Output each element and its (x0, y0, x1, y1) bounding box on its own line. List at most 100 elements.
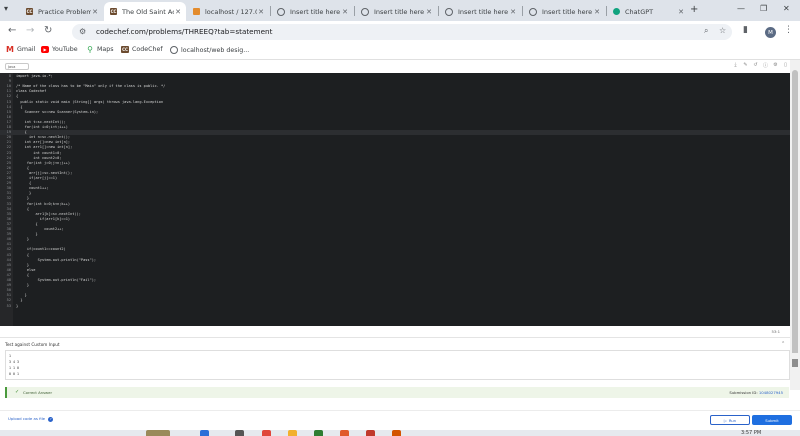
submission-id-link[interactable]: 1048027945 (759, 390, 783, 395)
code-editor[interactable]: 8 import java.io.*; 9 10/* Name of the clas… (0, 73, 790, 326)
editor-status-bar: 53:1 (0, 326, 790, 338)
chrome-icon[interactable] (262, 430, 271, 436)
upload-label: Upload code as file (8, 416, 46, 421)
app-icon[interactable] (392, 430, 401, 436)
line-number: 53 (6, 303, 11, 308)
close-icon[interactable]: ✕ (593, 8, 601, 16)
avatar[interactable]: M (765, 27, 776, 38)
phpmyadmin-icon (193, 8, 200, 15)
menu-kebab-icon[interactable]: ⋮ (784, 25, 793, 35)
tab-chatgpt[interactable]: ChatGPT ✕ (607, 2, 689, 21)
site-info-icon[interactable]: ⚙ (79, 27, 86, 36)
edit-icon[interactable]: ✎ (742, 62, 749, 69)
tab-insert-title-3[interactable]: Insert title here ✕ (439, 2, 521, 21)
forward-arrow-icon[interactable]: → (26, 25, 34, 36)
maximize-button[interactable]: ❐ (760, 4, 767, 13)
bookmark-localhost[interactable]: localhost/web desig... (170, 46, 249, 54)
tab-insert-title-2[interactable]: Insert title here ✕ (355, 2, 437, 21)
globe-icon (529, 7, 537, 16)
tab-title: Insert title here (374, 7, 425, 16)
start-icon[interactable] (200, 430, 209, 436)
taskbar-clock: 3:57 PM (741, 430, 762, 436)
app-icon[interactable] (366, 430, 375, 436)
upload-code-link[interactable]: Upload code as file ? (8, 416, 54, 422)
check-icon: ✓ (15, 389, 20, 395)
custom-input-scrollbar[interactable] (791, 353, 799, 375)
action-bar: Upload code as file ? ▷ Run Submit (0, 410, 800, 427)
bookmarks-bar: M Gmail ▶ YouTube ⚲ Maps CC CodeChef loc… (0, 43, 800, 60)
os-taskbar: 3:57 PM (0, 430, 800, 436)
scrollbar-thumb[interactable] (792, 70, 798, 370)
weather-icon[interactable] (146, 430, 170, 436)
app-icon[interactable] (340, 430, 349, 436)
close-icon[interactable]: ✕ (257, 8, 265, 16)
language-select[interactable]: Java (5, 63, 29, 70)
custom-input-textarea[interactable]: 1 3 4 3 1 1 0 0 0 1 (5, 350, 790, 380)
back-arrow-icon[interactable]: ← (8, 25, 16, 36)
code-line[interactable]: 53} (0, 304, 790, 309)
close-icon[interactable]: ✕ (91, 8, 99, 16)
tab-title: Practice Problem (38, 7, 91, 16)
submit-button[interactable]: Submit (752, 415, 792, 425)
address-bar[interactable]: ⚙ codechef.com/problems/THREEQ?tab=state… (72, 24, 732, 40)
browser-tab-strip: CC Practice Problem ✕ CC The Old Saint A… (0, 0, 800, 21)
settings-icon[interactable]: ⚙ (772, 62, 779, 69)
input-line: 1 (9, 354, 11, 358)
minimize-button[interactable]: — (737, 4, 745, 13)
bookmark-codechef[interactable]: CC CodeChef (121, 46, 163, 53)
bookmark-star-icon[interactable]: ☆ (719, 26, 726, 35)
help-icon[interactable]: ? (48, 417, 54, 422)
tab-title: ChatGPT (625, 7, 654, 16)
editor-toolbar: Java ⤓ ✎ ↺ ⓘ ⚙ ▯ ⤢ (0, 60, 798, 73)
file-explorer-icon[interactable] (288, 430, 297, 436)
info-icon[interactable]: ⓘ (762, 62, 769, 69)
page-scrollbar[interactable] (790, 60, 800, 390)
code-text[interactable]: } (16, 304, 18, 309)
input-line: 3 4 3 (9, 360, 19, 364)
close-icon[interactable]: ✕ (425, 8, 433, 16)
tab-title: Insert title here (290, 7, 341, 16)
download-icon[interactable]: ⤓ (732, 62, 739, 69)
side-panel-icon[interactable]: ▮ (743, 25, 748, 35)
new-tab-button[interactable]: + (690, 4, 698, 15)
run-button[interactable]: ▷ Run (710, 415, 750, 425)
tab-insert-title-1[interactable]: Insert title here ✕ (271, 2, 353, 21)
split-view-icon[interactable]: ▯ (782, 62, 789, 69)
custom-input-label: Test against Custom Input (5, 342, 60, 347)
tab-old-saint[interactable]: CC The Old Saint Ac ✕ (104, 2, 186, 21)
reload-icon[interactable]: ↻ (44, 25, 52, 36)
chevron-up-icon[interactable]: ⌃ (781, 341, 785, 347)
codechef-icon: CC (110, 8, 117, 15)
zoom-icon[interactable]: ⌕ (704, 26, 708, 36)
app-icon[interactable] (314, 430, 323, 436)
globe-icon (445, 7, 453, 16)
tab-title: localhost / 127.0 (205, 7, 257, 16)
tab-title: Insert title here (458, 7, 509, 16)
close-icon[interactable]: ✕ (677, 8, 685, 16)
close-icon[interactable]: ✕ (509, 8, 517, 16)
close-icon[interactable]: ✕ (341, 8, 349, 16)
input-line: 0 0 1 (9, 372, 19, 376)
tab-insert-title-4[interactable]: Insert title here ✕ (523, 2, 605, 21)
result-status: Correct Answer (23, 390, 53, 395)
globe-icon (170, 46, 178, 54)
scrollbar-thumb[interactable] (792, 359, 798, 367)
bookmark-maps[interactable]: ⚲ Maps (86, 45, 114, 54)
tab-search-icon[interactable]: ▾ (4, 4, 8, 13)
bookmark-youtube[interactable]: ▶ YouTube (41, 46, 78, 53)
search-icon[interactable] (235, 430, 244, 436)
tab-localhost[interactable]: localhost / 127.0 ✕ (187, 2, 269, 21)
globe-icon (277, 7, 285, 16)
youtube-icon: ▶ (41, 46, 49, 53)
close-window-button[interactable]: ✕ (783, 4, 790, 13)
close-icon[interactable]: ✕ (174, 8, 182, 16)
tab-practice-problem[interactable]: CC Practice Problem ✕ (20, 2, 103, 21)
run-label: Run (728, 417, 737, 423)
bookmark-gmail[interactable]: M Gmail (6, 45, 35, 54)
globe-icon (361, 7, 369, 16)
result-banner: ✓ Correct Answer Submission ID: 10480279… (5, 387, 789, 398)
gmail-icon: M (6, 45, 14, 54)
reset-icon[interactable]: ↺ (752, 62, 759, 69)
address-url[interactable]: codechef.com/problems/THREEQ?tab=stateme… (96, 27, 272, 36)
bookmark-label: localhost/web desig... (181, 46, 250, 54)
